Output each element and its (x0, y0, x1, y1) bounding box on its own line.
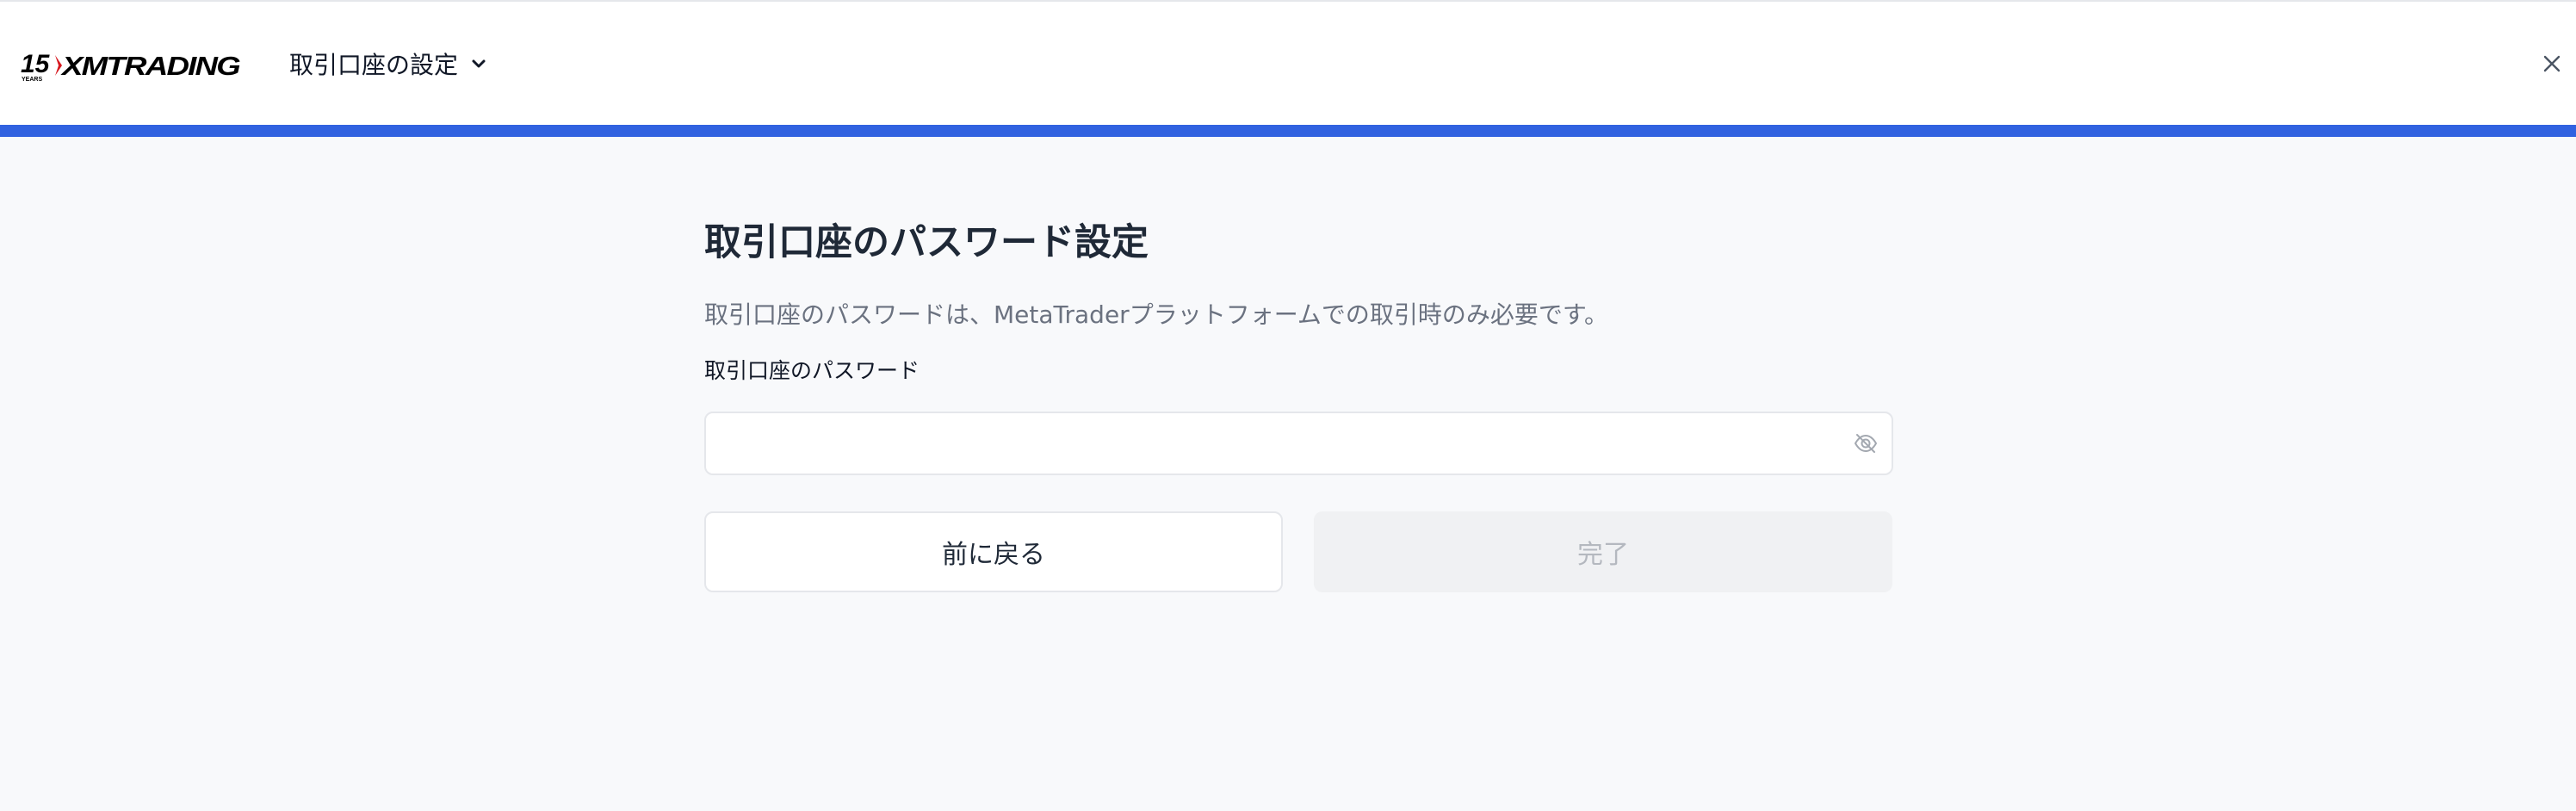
password-setup-form: 取引口座のパスワード設定 取引口座のパスワードは、MetaTraderプラットフ… (704, 215, 1893, 592)
done-button[interactable]: 完了 (1314, 511, 1892, 592)
flow-title-dropdown[interactable]: 取引口座の設定 (289, 45, 487, 83)
close-icon (2543, 55, 2561, 72)
logo-years: 15 (21, 50, 51, 78)
password-field-wrapper (704, 412, 1893, 475)
action-buttons: 前に戻る 完了 (704, 511, 1893, 592)
page-description: 取引口座のパスワードは、MetaTraderプラットフォームでの取引時のみ必要で… (704, 300, 1609, 329)
top-bar: 15 YEARS XMTRADING 取引口座の設定 (0, 0, 2576, 125)
logo-brand: XMTRADING (60, 51, 241, 81)
close-button[interactable] (2535, 46, 2569, 81)
xm-logo: 15 YEARS XMTRADING (21, 50, 241, 83)
eye-off-icon[interactable] (1852, 430, 1879, 457)
password-field-label: 取引口座のパスワード (704, 358, 920, 383)
logo-red-mark (55, 55, 62, 76)
back-button[interactable]: 前に戻る (704, 511, 1283, 592)
progress-bar (0, 125, 2576, 137)
flow-title-label: 取引口座の設定 (289, 51, 459, 79)
password-input[interactable] (706, 413, 1825, 474)
chevron-down-icon (472, 59, 486, 68)
page-title: 取引口座のパスワード設定 (704, 221, 1149, 264)
progress-bar-fill (0, 125, 2576, 137)
logo-years-caption: YEARS (22, 77, 42, 83)
